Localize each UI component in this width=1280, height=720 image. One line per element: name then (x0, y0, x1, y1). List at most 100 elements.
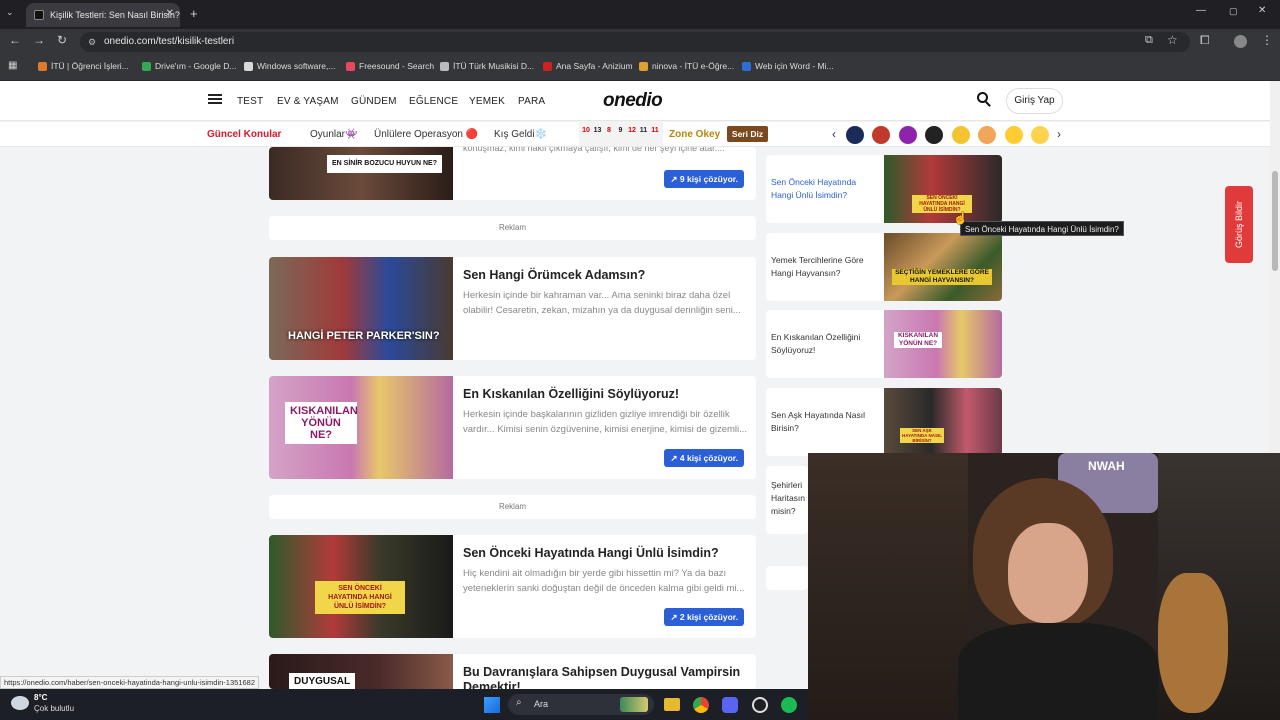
bookmark-label: Freesound - Search (359, 61, 435, 71)
solve-count-button[interactable]: ↗ 4 kişi çözüyor. (664, 449, 744, 467)
url-input[interactable]: ⚙ onedio.com/test/kisilik-testleri (80, 32, 1190, 52)
test-card-partial[interactable]: EN SİNİR BOZUCU HUYUN NE? konuşmaz, kimi… (269, 147, 756, 200)
sidebar-thumbnail: SEÇTİĞİN YEMEKLERE GÖRE HANGİ HAYVANSIN? (884, 233, 1002, 301)
site-header: TEST EV & YAŞAM GÜNDEM EĞLENCE YEMEK PAR… (0, 81, 1270, 121)
sidebar-thumbnail: KISKANILAN YÖNÜN NE? (884, 310, 1002, 378)
taskbar-search[interactable]: ⌕ Ara (508, 694, 654, 715)
bookmark-label: İTÜ | Öğrenci İşleri... (51, 61, 129, 71)
test-card-duygusal-vampir[interactable]: DUYGUSAL Bu Davranışlara Sahipsen Duygus… (269, 654, 756, 689)
windows-start-icon[interactable] (484, 697, 500, 713)
sidebar-item-kiskanilan[interactable]: En Kıskanılan Özelliğini Söylüyoruz! KIS… (766, 310, 1002, 378)
card-description: Herkesin içinde bir kahraman var... Ama … (463, 290, 741, 316)
bookmark-item[interactable]: ninova - İTÜ e-Öğre... (639, 61, 734, 71)
bookmark-label: Web için Word - Mi... (755, 61, 834, 71)
sidebar-item-yemek-hayvan[interactable]: Yemek Tercihlerine Göre Hangi Hayvansın?… (766, 233, 1002, 301)
topic-oyunlar[interactable]: Oyunlar👾 (310, 129, 357, 140)
onedio-logo[interactable]: onedio (603, 90, 663, 112)
sidebar-item-sehirler[interactable]: Şehirleri Haritasın misin? (766, 466, 808, 534)
topic-kis-geldi[interactable]: Kış Geldi❄️ (494, 129, 547, 140)
nav-eglence[interactable]: EĞLENCE (409, 96, 458, 107)
thumbnail-banner: SEN AŞK HAYATINDA NASIL BİRİSİN? (900, 428, 944, 443)
omg-reaction-icon[interactable] (925, 126, 943, 144)
login-button[interactable]: Giriş Yap (1006, 88, 1063, 114)
nav-ev-yasam[interactable]: EV & YAŞAM (277, 96, 339, 107)
url-text: onedio.com/test/kisilik-testleri (104, 36, 235, 47)
forward-icon[interactable]: → (33, 33, 45, 47)
profile-avatar[interactable] (1234, 35, 1247, 48)
sad-reaction-icon[interactable] (1031, 126, 1049, 144)
bookmark-item[interactable]: Ana Sayfa - Anizium (543, 61, 633, 71)
current-topics-label: Güncel Konular (207, 129, 282, 140)
sidebar-item-ask-hayati[interactable]: Sen Aşk Hayatında Nasıl Birisin? SEN AŞK… (766, 388, 1002, 456)
new-tab-button[interactable]: + (190, 6, 198, 21)
card-title[interactable]: Sen Önceki Hayatında Hangi Ünlü İsimdin? (463, 546, 719, 560)
search-icon-handle (985, 101, 991, 107)
solve-count-label: 9 kişi çözüyor. (679, 174, 738, 184)
card-description: konuşmaz, kimi haklı çıkmaya çalışır, ki… (463, 147, 725, 153)
search-highlight-image (620, 697, 648, 712)
chrome-icon[interactable] (693, 697, 709, 713)
card-title[interactable]: Sen Hangi Örümcek Adamsın? (463, 268, 645, 282)
thumbnail-banner: DUYGUSAL (289, 673, 356, 689)
next-arrow-icon[interactable]: › (1057, 127, 1061, 141)
back-icon[interactable]: ← (9, 33, 21, 47)
card-title[interactable]: En Kıskanılan Özelliğini Söylüyoruz! (463, 387, 679, 401)
bookmark-item[interactable]: Web için Word - Mi... (742, 61, 834, 71)
prev-arrow-icon[interactable]: ‹ (832, 127, 836, 141)
thumbnail-banner: SEÇTİĞİN YEMEKLERE GÖRE HANGİ HAYVANSIN? (892, 269, 992, 285)
apps-grid-icon[interactable]: ▦ (8, 60, 17, 71)
feedback-button[interactable]: Görüş Bildir (1225, 186, 1253, 263)
scrollbar-thumb[interactable] (1272, 171, 1278, 271)
bookmark-star-icon[interactable]: ☆ (1167, 33, 1178, 47)
test-card-spiderman[interactable]: HANGİ PETER PARKER'SIN? Sen Hangi Örümce… (269, 257, 756, 360)
card-thumbnail: HANGİ PETER PARKER'SIN? (269, 257, 453, 360)
maximize-icon[interactable]: ▢ (1229, 6, 1238, 17)
heart-eyes-reaction-icon[interactable] (1005, 126, 1023, 144)
reload-icon[interactable]: ↻ (57, 33, 67, 47)
app-icon[interactable] (752, 697, 768, 713)
test-card-kiskanilan[interactable]: KISKANILAN YÖNÜN NE? En Kıskanılan Özell… (269, 376, 756, 479)
browser-tab[interactable]: Kişilik Testleri: Sen Nasıl Birisin? ✕ (26, 3, 180, 27)
calendar-number: 13 (593, 127, 602, 134)
nav-test[interactable]: TEST (237, 96, 263, 107)
minimize-icon[interactable]: — (1196, 5, 1206, 16)
reaction-badge-icon[interactable] (899, 126, 917, 144)
sidebar-item-empty (766, 566, 808, 590)
seri-diz-button[interactable]: Seri Diz (727, 126, 768, 142)
bookmark-item[interactable]: Drive'ım - Google D... (142, 61, 236, 71)
calendar-number: 9 (618, 127, 623, 134)
cookie-reaction-icon[interactable] (978, 126, 996, 144)
bookmark-item[interactable]: Windows software,... (244, 61, 335, 71)
nav-para[interactable]: PARA (518, 96, 545, 107)
bookmark-item[interactable]: İTÜ | Öğrenci İşleri... (38, 61, 129, 71)
extensions-icon[interactable]: ⧠ (1200, 33, 1210, 48)
card-title[interactable]: Bu Davranışlara Sahipsen Duygusal Vampir… (463, 665, 743, 689)
hamburger-menu-icon[interactable] (208, 94, 222, 96)
file-explorer-icon[interactable] (664, 698, 680, 711)
solve-count-button[interactable]: ↗ 9 kişi çözüyor. (664, 170, 744, 188)
nav-yemek[interactable]: YEMEK (469, 96, 505, 107)
menu-kebab-icon[interactable]: ⋮ (1261, 33, 1273, 47)
page-scrollbar[interactable] (1270, 81, 1280, 453)
snowflake-reaction-icon[interactable] (846, 126, 864, 144)
close-window-icon[interactable]: ✕ (1258, 5, 1266, 16)
mask-reaction-icon[interactable] (952, 126, 970, 144)
lol-reaction-icon[interactable] (872, 126, 890, 144)
solve-count-button[interactable]: ↗ 2 kişi çözüyor. (664, 608, 744, 626)
trend-icon: ↗ (670, 612, 680, 622)
bookmark-item[interactable]: Freesound - Search (346, 61, 434, 71)
tab-search-icon[interactable]: ⌄ (6, 7, 14, 18)
weather-cloud-icon[interactable] (11, 696, 29, 710)
discord-icon[interactable] (722, 697, 738, 713)
cast-icon[interactable]: ⧉ (1145, 34, 1153, 47)
topic-unlulere-operasyon[interactable]: Ünlülere Operasyon 🔴 (374, 129, 478, 140)
calendar-game[interactable]: 10 13 8 9 12 11 11 (579, 122, 663, 146)
zone-okey-link[interactable]: Zone Okey (669, 129, 720, 140)
tab-title: Kişilik Testleri: Sen Nasıl Birisin? (50, 10, 180, 20)
bookmark-item[interactable]: İTÜ Türk Musikisi D... (440, 61, 534, 71)
tab-close-icon[interactable]: ✕ (166, 8, 174, 19)
nav-gundem[interactable]: GÜNDEM (351, 96, 397, 107)
site-info-icon[interactable]: ⚙ (88, 32, 96, 52)
test-card-onceki-hayat[interactable]: SEN ÖNCEKİ HAYATINDA HANGİ ÜNLÜ İSİMDİN?… (269, 535, 756, 638)
spotify-icon[interactable] (781, 697, 797, 713)
